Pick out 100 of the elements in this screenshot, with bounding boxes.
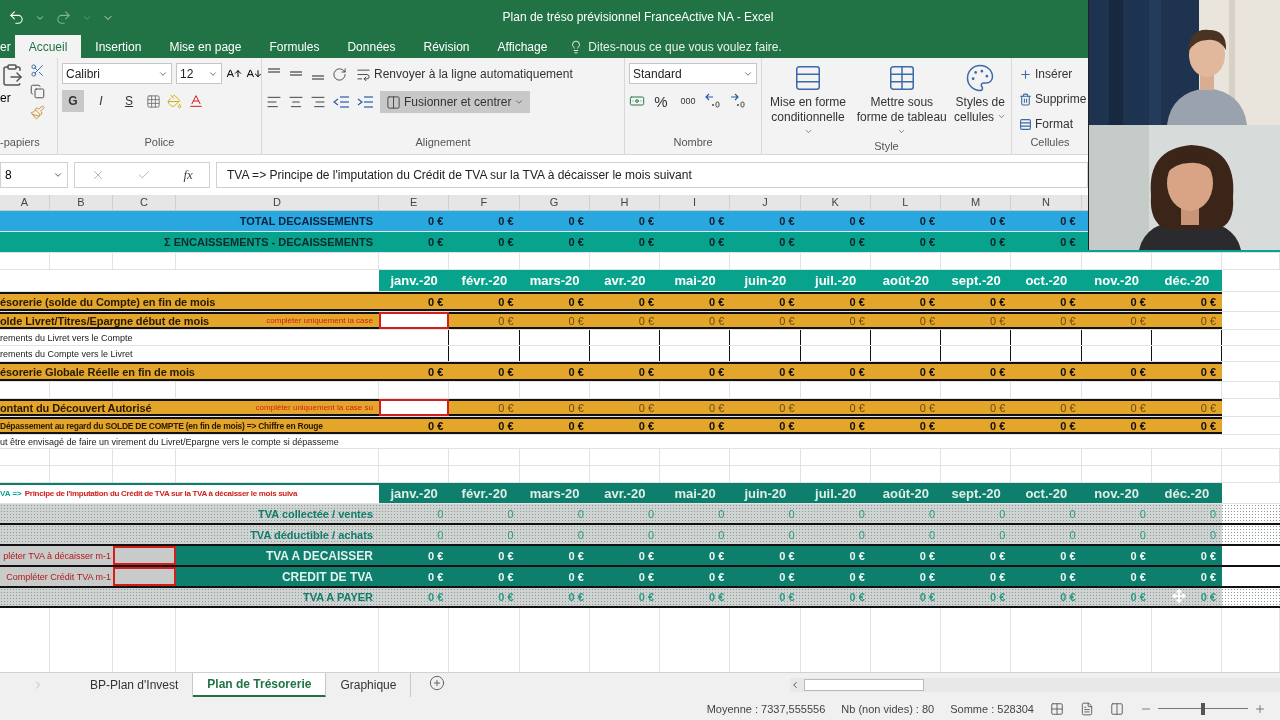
page-layout-icon[interactable] [1080, 701, 1094, 716]
table-cell-text: 0 [1138, 527, 1147, 543]
normal-view-icon[interactable] [1050, 701, 1064, 716]
ribbon-tab[interactable]: Données [333, 35, 410, 58]
sheet-tab[interactable]: Plan de Trésorerie [193, 672, 327, 698]
column-header[interactable]: B [50, 195, 113, 210]
palette-icon[interactable] [965, 63, 996, 93]
insert-icon[interactable] [1019, 67, 1032, 81]
column-header[interactable]: G [519, 195, 590, 210]
align-right-icon[interactable] [310, 94, 326, 110]
font-size-select[interactable]: 12 [176, 63, 222, 84]
ribbon-tab[interactable]: Insertion [81, 35, 156, 58]
table-cell-text: 0 € [707, 548, 726, 564]
ribbon-tab[interactable]: Formules [255, 35, 334, 58]
add-sheet-icon[interactable] [429, 675, 446, 691]
format-icon[interactable] [1019, 117, 1032, 131]
fill-color-icon[interactable] [167, 93, 182, 109]
page-break-icon[interactable] [1110, 701, 1124, 716]
caret-icon[interactable] [897, 127, 907, 136]
ribbon-tab[interactable]: er [0, 35, 15, 58]
caret-icon[interactable] [997, 112, 1007, 121]
table-cell-text: 0 € [848, 364, 866, 380]
format-painter-icon[interactable] [30, 105, 45, 120]
table-cell-text: 0 € [1199, 548, 1217, 564]
copy-icon[interactable] [30, 84, 45, 99]
redo-icon[interactable] [55, 9, 72, 26]
column-header[interactable]: F [449, 195, 520, 210]
orientation-icon[interactable] [332, 66, 347, 82]
ribbon-tab[interactable]: Affichage [483, 35, 562, 58]
style-button[interactable]: Mettre sous forme de tableau [854, 63, 950, 140]
insert-function-button[interactable]: fx [183, 167, 193, 183]
ribbon-tab[interactable]: Mise en page [155, 35, 256, 58]
delete-icon[interactable] [1019, 92, 1032, 106]
column-header[interactable]: L [870, 195, 941, 210]
column-header[interactable]: J [730, 195, 801, 210]
formula-field[interactable]: TVA => Principe de l'imputation du Crédit de TVA sur la TVA à décaisser le mois suivant [216, 162, 1088, 188]
input-cell[interactable] [379, 399, 450, 416]
tell-me-field[interactable]: Dites-nous ce que vous voulez faire. [588, 39, 782, 54]
merge-icon[interactable] [386, 94, 401, 110]
slider-thumb[interactable] [1201, 702, 1205, 715]
wrap-text-button[interactable]: Renvoyer à la ligne automatiquement [353, 63, 576, 85]
move-cursor-icon[interactable] [1172, 589, 1186, 603]
column-header[interactable]: H [589, 195, 660, 210]
percent-button[interactable]: % [650, 90, 672, 112]
table-cell-text: 0 € [567, 214, 585, 229]
decrease-indent-icon[interactable] [332, 95, 350, 109]
style-button[interactable]: Mise en forme conditionnelle [766, 63, 851, 140]
font-color-icon[interactable] [188, 93, 204, 109]
align-center-icon[interactable] [288, 94, 304, 110]
table-cell-text: 0 [506, 506, 515, 522]
caret-icon[interactable] [53, 170, 63, 180]
table-cell-text: 0 € [567, 548, 585, 564]
currency-icon[interactable] [629, 93, 645, 109]
cells-button[interactable]: Format [1016, 113, 1088, 135]
table-cell-text: 0 € [707, 294, 726, 310]
column-header[interactable]: M [941, 195, 1012, 210]
underline-button[interactable]: S [118, 90, 140, 112]
column-header[interactable]: K [800, 195, 871, 210]
column-header[interactable]: E [379, 195, 450, 210]
ribbon-tab[interactable]: Accueil [14, 35, 82, 58]
input-cell[interactable] [379, 312, 450, 329]
input-cell[interactable] [113, 546, 176, 565]
font-select[interactable]: Calibri [62, 63, 172, 84]
table-cell-text: 0 € [778, 294, 796, 310]
increase-indent-icon[interactable] [356, 95, 374, 109]
column-header[interactable]: N [1011, 195, 1082, 210]
column-header[interactable]: C [113, 195, 176, 210]
table-cell-text: 0 € [1059, 590, 1077, 605]
scroll-left-icon[interactable] [790, 680, 800, 690]
cut-icon[interactable] [30, 63, 45, 78]
undo-icon[interactable] [8, 9, 25, 26]
horizontal-scrollbar[interactable] [790, 678, 1280, 692]
merge-center-button[interactable]: Fusionner et centrer [380, 91, 531, 113]
cells-button[interactable]: Supprime [1016, 88, 1088, 110]
zoom-in-icon[interactable] [1254, 702, 1266, 715]
table-cell-text: 0 € [918, 214, 936, 229]
italic-button[interactable]: I [90, 90, 112, 112]
conditional-format-icon[interactable] [793, 63, 823, 93]
hint-text: compléter uniquement la case su [255, 403, 373, 412]
paste-button[interactable]: er [0, 91, 11, 105]
ribbon-tab[interactable]: Révision [409, 35, 484, 58]
month-header: juin-20 [743, 484, 788, 503]
cells-button[interactable]: Insérer [1016, 63, 1088, 85]
number-format-select[interactable]: Standard [629, 63, 757, 84]
column-header[interactable]: I [660, 195, 731, 210]
caret-icon[interactable] [803, 127, 813, 136]
table-cell-text: 0 € [497, 364, 515, 380]
name-box[interactable]: 8 [0, 162, 68, 188]
column-header[interactable]: D [176, 195, 379, 210]
bold-button[interactable]: G [62, 90, 84, 112]
caret-icon[interactable] [514, 97, 525, 107]
wrap-text-icon[interactable] [356, 66, 371, 82]
paste-icon[interactable] [0, 63, 24, 87]
thousands-button[interactable]: 000 [677, 90, 699, 112]
align-left-icon[interactable] [266, 94, 282, 110]
style-button[interactable]: Styles de cellules [953, 63, 1007, 140]
input-cell[interactable] [113, 567, 176, 586]
column-header[interactable]: A [0, 195, 50, 210]
borders-icon[interactable] [146, 93, 161, 109]
month-header: oct.-20 [1024, 484, 1069, 503]
